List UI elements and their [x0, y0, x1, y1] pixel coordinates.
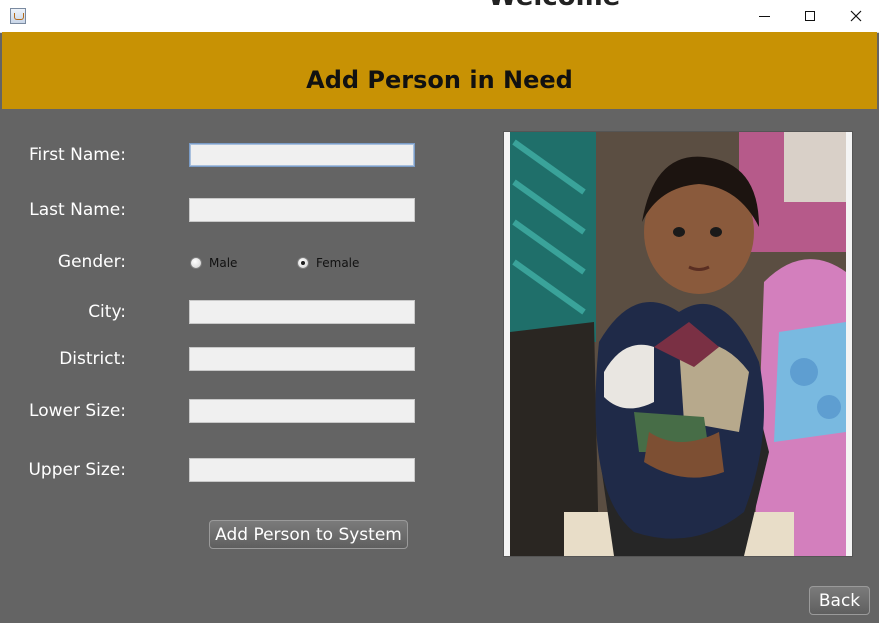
radio-unchecked-icon [190, 257, 202, 269]
city-label: City: [88, 302, 126, 322]
last-name-field[interactable] [189, 198, 415, 222]
close-button[interactable] [833, 0, 879, 32]
radio-label-female: Female [316, 256, 360, 270]
person-photo [503, 131, 853, 557]
first-name-field[interactable] [189, 143, 415, 167]
add-person-button[interactable]: Add Person to System [209, 520, 408, 549]
gender-radio-female[interactable]: Female [297, 256, 359, 270]
first-name-label: First Name: [28, 145, 126, 165]
radio-label-male: Male [209, 256, 238, 270]
title-bar: Welcome [0, 0, 879, 33]
upper-size-field[interactable] [189, 458, 415, 482]
java-app-icon [10, 8, 26, 24]
gender-radio-male[interactable]: Male [190, 256, 237, 270]
maximize-icon [805, 11, 815, 21]
child-photo-image [504, 132, 852, 556]
lower-size-label: Lower Size: [29, 401, 126, 421]
app-window: Welcome Add Person in Need First Name: L… [0, 0, 879, 623]
district-label: District: [59, 349, 126, 369]
minimize-icon [758, 15, 770, 17]
page-header: Add Person in Need [2, 32, 877, 109]
background-window-text: Welcome [488, 0, 620, 12]
lower-size-field[interactable] [189, 399, 415, 423]
city-field[interactable] [189, 300, 415, 324]
minimize-button[interactable] [741, 0, 787, 32]
radio-checked-icon [297, 257, 309, 269]
page-title: Add Person in Need [306, 66, 573, 94]
gender-label: Gender: [57, 252, 126, 272]
last-name-label: Last Name: [29, 200, 126, 220]
back-button[interactable]: Back [809, 586, 870, 615]
district-field[interactable] [189, 347, 415, 371]
upper-size-label: Upper Size: [28, 460, 126, 480]
maximize-button[interactable] [787, 0, 833, 32]
close-icon [850, 10, 862, 22]
